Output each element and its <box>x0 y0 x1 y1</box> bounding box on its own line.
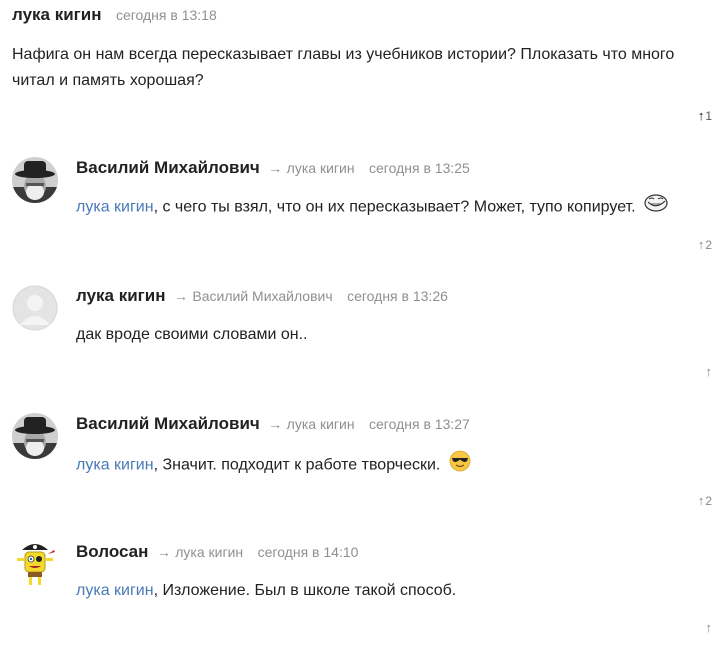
comment-body: , с чего ты взял, что он их пересказывае… <box>153 198 636 216</box>
upvote-button[interactable]: ↑ 1 <box>698 108 712 123</box>
arrow-up-icon: ↑ <box>697 108 705 123</box>
avatar[interactable] <box>12 157 58 203</box>
mention-link[interactable]: лука кигин <box>76 457 154 474</box>
avatar[interactable] <box>12 285 58 331</box>
comment-header: лука кигин сегодня в 13:18 <box>12 5 217 25</box>
comment-header: Волосан → лука кигин сегодня в 14:10 <box>76 542 358 562</box>
upvote-button[interactable]: ↑ <box>706 364 713 379</box>
upvote-button[interactable]: ↑ 2 <box>698 493 712 508</box>
comment-body: , Значит. подходит к работе творчески. <box>153 456 441 474</box>
comment-text: лука кигин, Изложение. Был в школе такой… <box>76 578 706 604</box>
reply-to-link[interactable]: лука кигин <box>287 416 355 432</box>
arrow-up-icon: ↑ <box>697 493 705 508</box>
arrow-up-icon: ↑ <box>705 364 713 379</box>
comment-time[interactable]: сегодня в 13:18 <box>116 7 217 23</box>
mention-link[interactable]: лука кигин <box>76 582 154 599</box>
mention-link[interactable]: лука кигин <box>76 199 154 216</box>
author-name[interactable]: Василий Михайлович <box>76 158 260 177</box>
comment-time[interactable]: сегодня в 13:26 <box>347 288 448 304</box>
comment-time[interactable]: сегодня в 14:10 <box>258 544 359 560</box>
avatar-pirate-sponge-image <box>12 540 58 586</box>
author-name[interactable]: лука кигин <box>12 5 101 24</box>
comment-header: Василий Михайлович → лука кигин сегодня … <box>76 414 470 434</box>
upvote-button[interactable]: ↑ 2 <box>698 237 712 252</box>
vote-count: 2 <box>705 493 712 508</box>
reply-arrow-icon: → <box>156 544 171 560</box>
reply-arrow-icon: → <box>173 288 188 304</box>
avatar-placeholder-image <box>12 285 58 331</box>
arrow-up-icon: ↑ <box>697 237 705 252</box>
author-name[interactable]: Волосан <box>76 542 148 561</box>
avatar-old-man-hat-image <box>12 157 58 203</box>
comment-time[interactable]: сегодня в 13:27 <box>369 416 470 432</box>
comment-header: Василий Михайлович → лука кигин сегодня … <box>76 158 470 178</box>
comment-time[interactable]: сегодня в 13:25 <box>369 160 470 176</box>
vote-count: 1 <box>705 108 712 123</box>
comment-text: лука кигин, с чего ты взял, что он их пе… <box>76 194 706 221</box>
reply-arrow-icon: → <box>268 160 283 176</box>
author-name[interactable]: лука кигин <box>76 286 165 305</box>
comment-header: лука кигин → Василий Михайлович сегодня … <box>76 286 448 306</box>
reply-to-link[interactable]: Василий Михайлович <box>192 288 332 304</box>
comment-text: Нафига он нам всегда пересказывает главы… <box>12 46 675 89</box>
author-name[interactable]: Василий Михайлович <box>76 414 260 433</box>
reply-to-link[interactable]: лука кигин <box>175 544 243 560</box>
upvote-button[interactable]: ↑ <box>706 620 713 635</box>
reply-arrow-icon: → <box>268 416 283 432</box>
comment-text: лука кигин, Значит. подходит к работе тв… <box>76 450 706 481</box>
sunglasses-emoji-icon <box>449 450 471 481</box>
trollface-emoji-icon <box>644 194 668 221</box>
avatar-old-man-hat-image <box>12 413 58 459</box>
avatar[interactable] <box>12 540 58 586</box>
vote-count: 2 <box>705 237 712 252</box>
arrow-up-icon: ↑ <box>705 620 713 635</box>
comment-text: дак вроде своими словами он.. <box>76 326 308 343</box>
comment-body: , Изложение. Был в школе такой способ. <box>153 582 457 599</box>
reply-to-link[interactable]: лука кигин <box>287 160 355 176</box>
avatar[interactable] <box>12 413 58 459</box>
